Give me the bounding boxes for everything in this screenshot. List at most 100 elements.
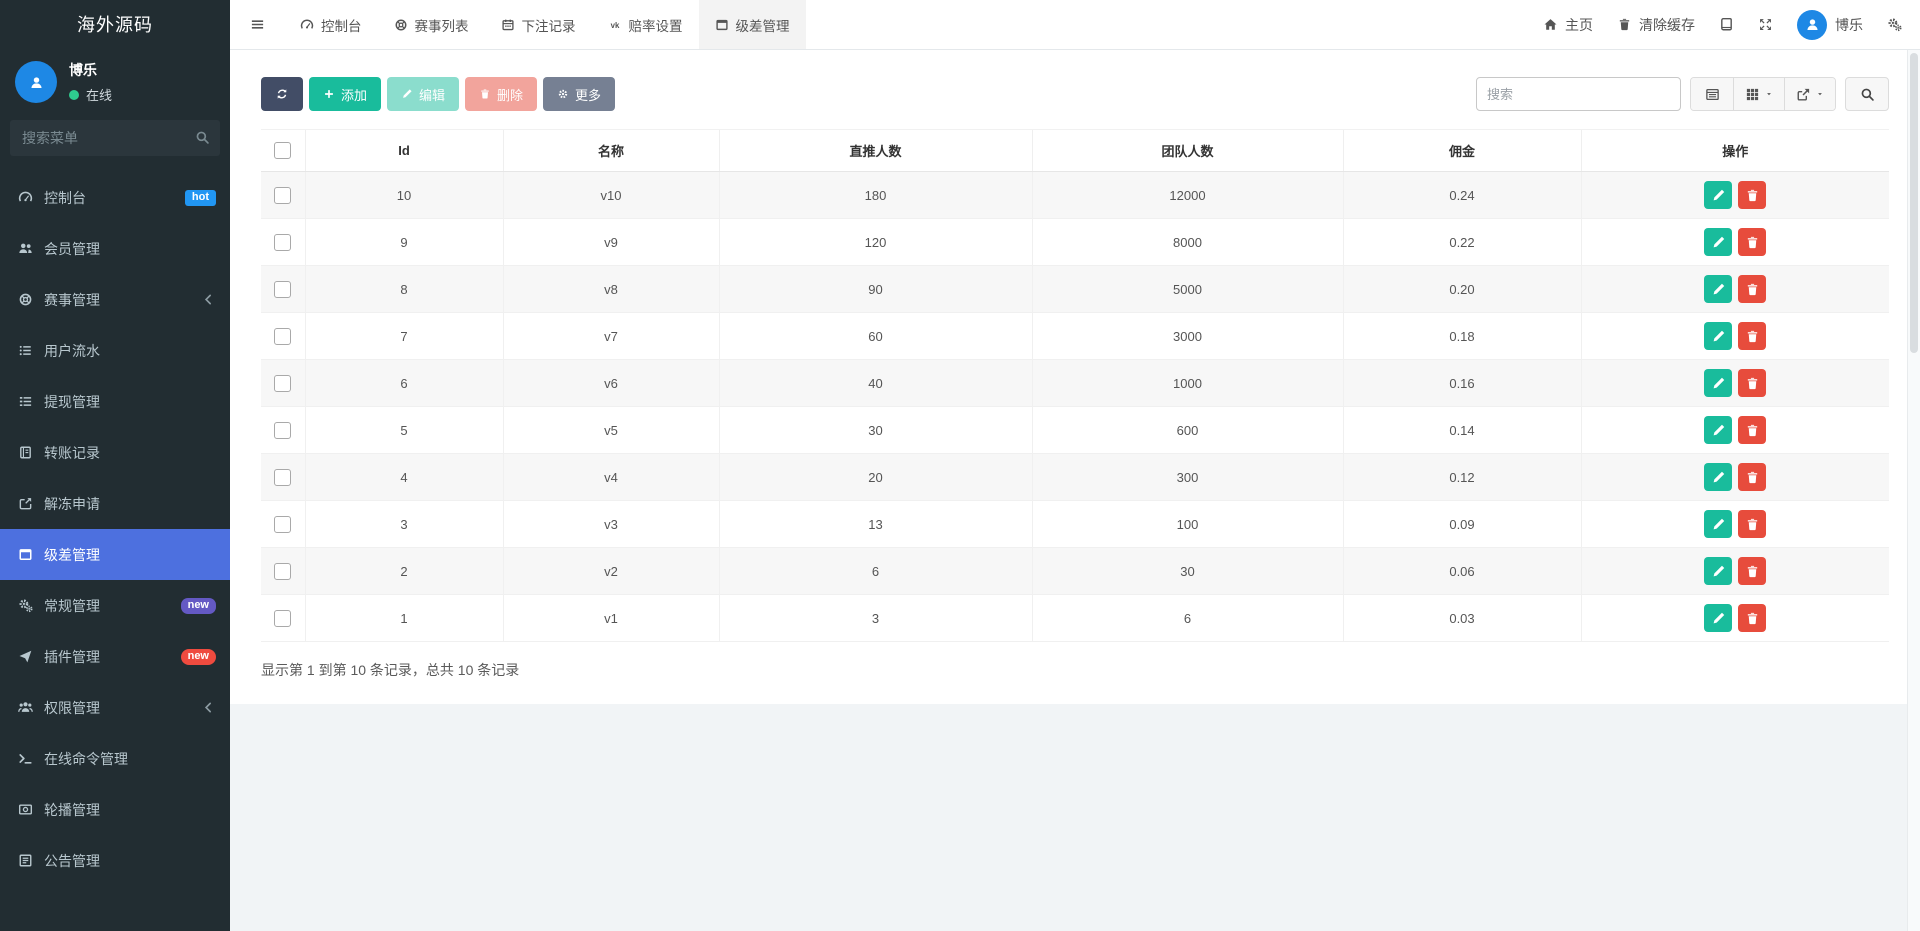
row-checkbox[interactable] bbox=[274, 187, 291, 204]
table-row: 9v912080000.22 bbox=[261, 219, 1889, 266]
fullscreen-button[interactable] bbox=[1758, 17, 1773, 32]
row-delete-button[interactable] bbox=[1738, 181, 1766, 209]
sidebar-item-unfreeze[interactable]: 解冻申请 bbox=[0, 478, 230, 529]
cell-team: 30 bbox=[1032, 548, 1343, 595]
clear-cache-link[interactable]: 清除缓存 bbox=[1617, 15, 1695, 35]
table-search-input[interactable] bbox=[1476, 77, 1681, 111]
row-checkbox[interactable] bbox=[274, 563, 291, 580]
page-scrollbar[interactable] bbox=[1907, 50, 1920, 931]
row-delete-button[interactable] bbox=[1738, 416, 1766, 444]
row-edit-button[interactable] bbox=[1704, 275, 1732, 303]
row-delete-button[interactable] bbox=[1738, 510, 1766, 538]
user-name: 博乐 bbox=[69, 60, 112, 80]
trash-icon bbox=[1745, 470, 1760, 485]
group-icon bbox=[18, 700, 33, 715]
expand-icon bbox=[1758, 17, 1773, 32]
column-header-1[interactable]: 名称 bbox=[503, 130, 719, 172]
cell-commission: 0.06 bbox=[1343, 548, 1581, 595]
row-select-cell bbox=[261, 360, 305, 407]
search-submit-button[interactable] bbox=[1845, 77, 1889, 111]
row-actions-cell bbox=[1581, 313, 1889, 360]
table-toolbar: 添加 编辑 删除 更多 bbox=[261, 77, 1889, 111]
hamburger-menu-button[interactable] bbox=[230, 0, 284, 49]
row-checkbox[interactable] bbox=[274, 234, 291, 251]
cell-direct: 30 bbox=[719, 407, 1032, 454]
row-edit-button[interactable] bbox=[1704, 557, 1732, 585]
tab-match-list[interactable]: 赛事列表 bbox=[378, 0, 485, 49]
row-delete-button[interactable] bbox=[1738, 604, 1766, 632]
row-edit-button[interactable] bbox=[1704, 228, 1732, 256]
row-checkbox[interactable] bbox=[274, 469, 291, 486]
sidebar-item-addons[interactable]: 插件管理new bbox=[0, 631, 230, 682]
export-button[interactable] bbox=[1784, 78, 1835, 110]
row-checkbox[interactable] bbox=[274, 328, 291, 345]
sidebar-item-general[interactable]: 常规管理new bbox=[0, 580, 230, 631]
sidebar-item-withdraw[interactable]: 提现管理 bbox=[0, 376, 230, 427]
row-edit-button[interactable] bbox=[1704, 322, 1732, 350]
row-delete-button[interactable] bbox=[1738, 322, 1766, 350]
tab-console[interactable]: 控制台 bbox=[284, 0, 378, 49]
table-row: 5v5306000.14 bbox=[261, 407, 1889, 454]
columns-button[interactable] bbox=[1733, 78, 1784, 110]
add-button[interactable]: 添加 bbox=[309, 77, 381, 111]
delete-button[interactable]: 删除 bbox=[465, 77, 537, 111]
sidebar-item-level[interactable]: 级差管理 bbox=[0, 529, 230, 580]
tab-level[interactable]: 级差管理 bbox=[699, 0, 806, 49]
record-summary: 显示第 1 到第 10 条记录，总共 10 条记录 bbox=[261, 660, 1889, 680]
row-checkbox[interactable] bbox=[274, 610, 291, 627]
sidebar-item-matches[interactable]: 赛事管理 bbox=[0, 274, 230, 325]
document-button[interactable] bbox=[1719, 17, 1734, 32]
sidebar-item-command[interactable]: 在线命令管理 bbox=[0, 733, 230, 784]
row-edit-button[interactable] bbox=[1704, 510, 1732, 538]
sidebar-item-transfer[interactable]: 转账记录 bbox=[0, 427, 230, 478]
column-header-2[interactable]: 直推人数 bbox=[719, 130, 1032, 172]
row-edit-button[interactable] bbox=[1704, 604, 1732, 632]
app-logo: 海外源码 bbox=[0, 0, 230, 50]
row-checkbox[interactable] bbox=[274, 516, 291, 533]
row-checkbox[interactable] bbox=[274, 422, 291, 439]
search-icon[interactable] bbox=[195, 130, 210, 145]
row-delete-button[interactable] bbox=[1738, 557, 1766, 585]
column-header-4[interactable]: 佣金 bbox=[1343, 130, 1581, 172]
user-menu[interactable]: 博乐 bbox=[1797, 10, 1863, 40]
row-delete-button[interactable] bbox=[1738, 228, 1766, 256]
row-edit-button[interactable] bbox=[1704, 416, 1732, 444]
sidebar-item-auth[interactable]: 权限管理 bbox=[0, 682, 230, 733]
row-delete-button[interactable] bbox=[1738, 275, 1766, 303]
settings-button[interactable] bbox=[1887, 17, 1902, 32]
scrollbar-thumb[interactable] bbox=[1910, 53, 1918, 353]
sidebar-item-notice[interactable]: 公告管理 bbox=[0, 835, 230, 886]
home-link[interactable]: 主页 bbox=[1543, 15, 1593, 35]
search-icon bbox=[1860, 87, 1875, 102]
common-search-button[interactable] bbox=[1691, 78, 1733, 110]
row-edit-button[interactable] bbox=[1704, 181, 1732, 209]
user-icon bbox=[29, 75, 44, 90]
tab-odds[interactable]: 赔率设置 bbox=[592, 0, 699, 49]
users-icon bbox=[18, 241, 33, 256]
row-checkbox[interactable] bbox=[274, 281, 291, 298]
row-delete-button[interactable] bbox=[1738, 369, 1766, 397]
menu-search-input[interactable] bbox=[10, 120, 220, 156]
sidebar-item-console[interactable]: 控制台hot bbox=[0, 172, 230, 223]
user-icon bbox=[1805, 17, 1820, 32]
cell-direct: 180 bbox=[719, 172, 1032, 219]
refresh-button[interactable] bbox=[261, 77, 303, 111]
row-delete-button[interactable] bbox=[1738, 463, 1766, 491]
sidebar-item-members[interactable]: 会员管理 bbox=[0, 223, 230, 274]
row-checkbox[interactable] bbox=[274, 375, 291, 392]
dashboard-icon bbox=[18, 190, 33, 205]
row-edit-button[interactable] bbox=[1704, 463, 1732, 491]
terminal-icon bbox=[18, 751, 33, 766]
more-button[interactable]: 更多 bbox=[543, 77, 615, 111]
row-edit-button[interactable] bbox=[1704, 369, 1732, 397]
edit-button[interactable]: 编辑 bbox=[387, 77, 459, 111]
sidebar-item-carousel[interactable]: 轮播管理 bbox=[0, 784, 230, 835]
caret-down-icon bbox=[1816, 90, 1824, 98]
column-header-0[interactable]: Id bbox=[305, 130, 503, 172]
main-area: 控制台赛事列表下注记录赔率设置级差管理 主页 清除缓存 bbox=[230, 0, 1920, 931]
column-header-3[interactable]: 团队人数 bbox=[1032, 130, 1343, 172]
sidebar-item-userflow[interactable]: 用户流水 bbox=[0, 325, 230, 376]
select-all-checkbox[interactable] bbox=[274, 142, 291, 159]
tab-bet-records[interactable]: 下注记录 bbox=[485, 0, 592, 49]
user-avatar[interactable] bbox=[15, 61, 57, 103]
